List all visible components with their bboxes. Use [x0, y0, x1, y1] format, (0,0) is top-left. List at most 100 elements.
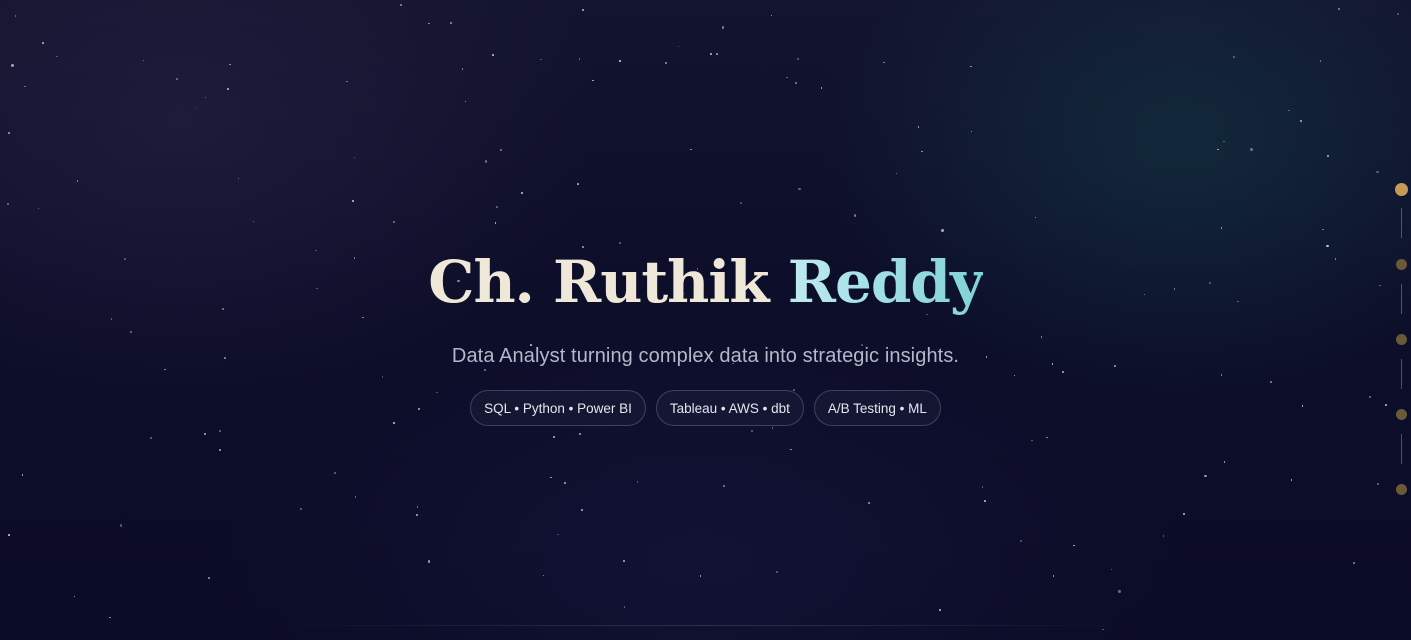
star-dot — [6, 202, 9, 206]
section-nav-dot[interactable] — [1396, 334, 1407, 345]
star-dot — [1327, 155, 1330, 157]
star-dot — [820, 87, 823, 89]
star-dot — [1031, 439, 1033, 442]
star-dot — [109, 616, 111, 619]
star-dot — [203, 433, 206, 435]
star-dot — [1223, 460, 1226, 463]
star-dot — [1217, 148, 1219, 151]
star-dot — [665, 62, 667, 64]
star-dot — [1338, 8, 1340, 10]
star-dot — [917, 126, 920, 128]
star-dot — [1110, 568, 1113, 571]
star-dot — [450, 22, 452, 24]
star-dot — [771, 427, 774, 429]
skill-chip: Tableau • AWS • dbt — [655, 390, 804, 426]
star-dot — [751, 430, 753, 432]
star-dot — [208, 577, 210, 579]
star-dot — [580, 508, 583, 511]
star-dot — [1233, 56, 1235, 58]
star-dot — [786, 76, 788, 79]
star-dot — [21, 474, 24, 476]
star-dot — [984, 500, 986, 502]
star-dot — [8, 132, 10, 134]
star-dot — [577, 183, 579, 185]
star-dot — [1288, 109, 1290, 112]
star-dot — [1102, 628, 1105, 631]
section-nav-dot[interactable] — [1396, 259, 1407, 270]
section-nav — [1391, 180, 1411, 500]
hero-name: Ch. Ruthik Reddy — [428, 246, 983, 318]
star-dot — [1034, 216, 1037, 219]
section-nav-dot[interactable] — [1396, 484, 1407, 495]
star-dot — [461, 68, 464, 70]
star-dot — [521, 192, 523, 194]
star-dot — [1353, 562, 1355, 564]
section-nav-dot[interactable] — [1396, 409, 1407, 420]
star-dot — [582, 9, 585, 11]
star-dot — [300, 507, 302, 510]
star-dot — [542, 574, 545, 577]
star-dot — [578, 58, 581, 60]
star-dot — [204, 96, 207, 99]
star-dot — [1290, 478, 1293, 481]
star-dot — [142, 59, 145, 62]
star-dot — [1377, 483, 1379, 485]
star-dot — [11, 64, 14, 67]
star-dot — [492, 54, 494, 56]
star-dot — [1300, 120, 1303, 122]
section-nav-divider — [1401, 434, 1402, 464]
star-dot — [150, 436, 152, 439]
star-dot — [393, 221, 395, 223]
star-dot — [1020, 540, 1022, 542]
star-dot — [1250, 148, 1253, 151]
star-dot — [553, 436, 555, 438]
star-dot — [981, 486, 984, 489]
star-dot — [494, 222, 497, 225]
star-dot — [428, 22, 430, 25]
star-dot — [798, 187, 801, 191]
star-dot — [867, 501, 871, 505]
star-dot — [579, 432, 581, 435]
star-dot — [416, 514, 418, 516]
hero-tagline: Data Analyst turning complex data into s… — [451, 345, 960, 367]
star-dot — [500, 149, 502, 151]
star-dot — [796, 57, 800, 60]
star-dot — [218, 430, 221, 433]
star-dot — [229, 63, 231, 66]
star-dot — [941, 229, 944, 232]
star-dot — [699, 575, 702, 577]
star-dot — [619, 60, 621, 62]
star-dot — [790, 448, 793, 451]
star-dot — [176, 78, 179, 80]
star-dot — [970, 65, 972, 68]
star-dot — [636, 480, 639, 483]
star-dot — [37, 207, 40, 210]
star-dot — [219, 449, 222, 452]
star-dot — [56, 55, 58, 58]
star-dot — [1046, 436, 1048, 439]
star-dot — [677, 45, 680, 48]
star-dot — [1073, 544, 1076, 547]
star-dot — [464, 100, 467, 103]
star-dot — [119, 524, 123, 527]
star-dot — [484, 160, 487, 163]
star-dot — [721, 26, 725, 29]
skill-chip: SQL • Python • Power BI — [470, 390, 646, 426]
section-nav-divider — [1401, 284, 1402, 314]
star-dot — [416, 506, 419, 508]
star-dot — [194, 107, 197, 110]
star-dot — [334, 472, 336, 474]
star-dot — [740, 202, 742, 204]
star-dot — [723, 485, 725, 487]
star-dot — [921, 150, 923, 153]
star-dot — [550, 476, 552, 479]
star-dot — [399, 4, 402, 6]
hero-content: Ch. Ruthik Reddy Data Analyst turning co… — [0, 246, 1411, 426]
section-nav-dot[interactable] — [1395, 183, 1408, 196]
star-dot — [775, 571, 778, 573]
star-dot — [715, 53, 718, 55]
star-dot — [1397, 12, 1399, 15]
star-dot — [227, 88, 230, 90]
star-dot — [42, 42, 44, 44]
star-dot — [252, 220, 255, 223]
